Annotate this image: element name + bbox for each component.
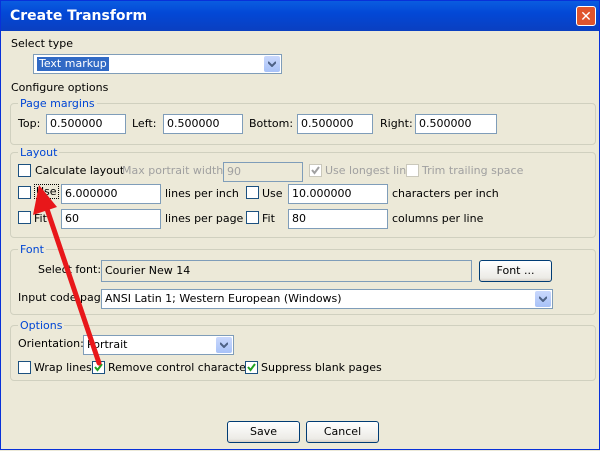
annotation-arrow	[33, 185, 102, 366]
create-transform-dialog: Create Transform ✕ Select type Text mark…	[0, 0, 600, 450]
